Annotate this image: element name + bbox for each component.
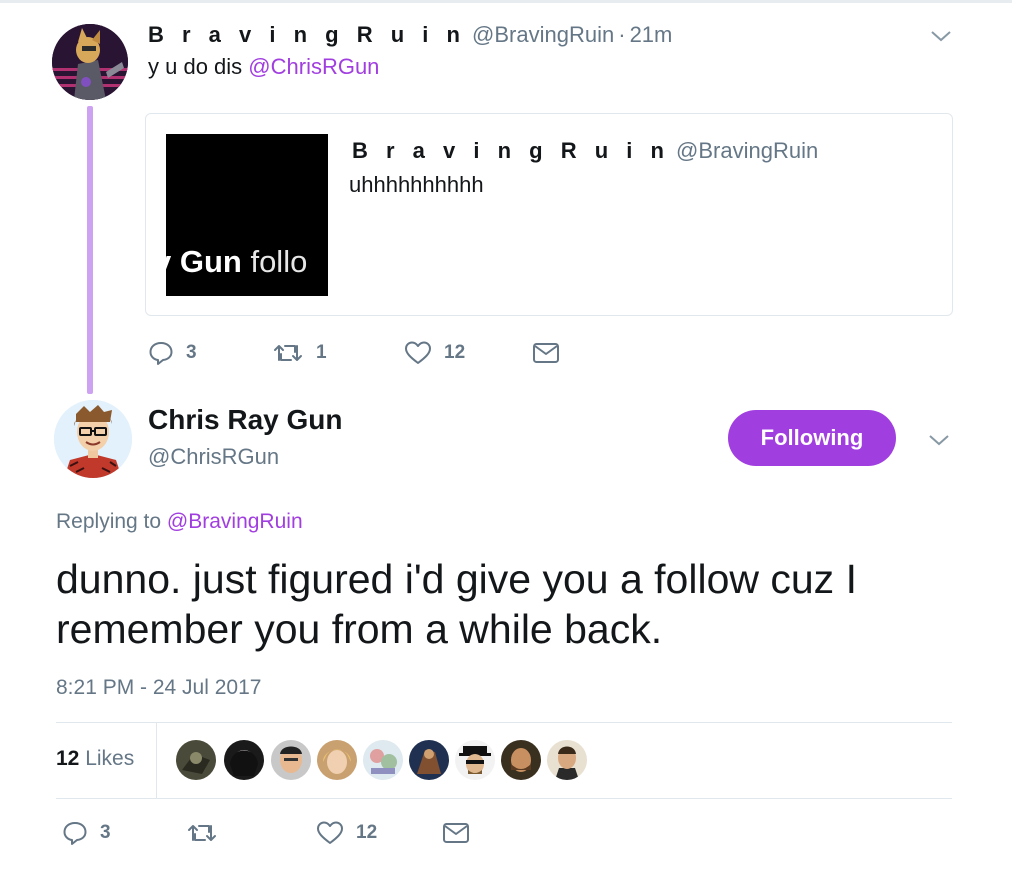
- top-divider: [0, 0, 1012, 3]
- main-tweet-actions: 3 12: [56, 818, 656, 848]
- header-separator: ·: [618, 22, 626, 47]
- author-handle[interactable]: @ChrisRGun: [148, 444, 279, 470]
- likes-stat-count: 12: [56, 747, 80, 770]
- stats-bottom-divider: [56, 798, 952, 799]
- heart-icon: [404, 340, 432, 366]
- quoted-media-caption: y Gun follo: [166, 244, 307, 280]
- direct-message-button[interactable]: [532, 338, 560, 368]
- stats-vertical-divider: [156, 723, 157, 798]
- liker-avatar-2[interactable]: [224, 740, 264, 780]
- author-display-name[interactable]: Chris Ray Gun: [148, 404, 342, 436]
- thread-connector-line: [87, 106, 93, 394]
- parent-time-ago[interactable]: 21m: [630, 22, 673, 47]
- direct-message-button[interactable]: [442, 818, 470, 848]
- parent-display-name[interactable]: B r a v i n g R u i n: [148, 22, 466, 47]
- reply-button[interactable]: 3: [148, 338, 197, 368]
- quoted-tweet-card[interactable]: y Gun follo B r a v i n g R u i n @Bravi…: [145, 113, 953, 316]
- stats-top-divider: [56, 722, 952, 723]
- reply-count: 3: [186, 342, 197, 363]
- retweet-button[interactable]: 1: [272, 338, 327, 368]
- quoted-tweet-media[interactable]: y Gun follo: [166, 134, 328, 296]
- liker-avatar-7[interactable]: [455, 740, 495, 780]
- chevron-down-icon[interactable]: [930, 28, 952, 44]
- retweet-icon: [272, 340, 304, 366]
- parent-text-prefix: y u do dis: [148, 54, 249, 79]
- parent-mention-link[interactable]: @ChrisRGun: [248, 54, 379, 79]
- reply-button[interactable]: 3: [62, 818, 111, 848]
- replying-to-prefix: Replying to: [56, 510, 167, 533]
- chrisrgun-avatar[interactable]: [54, 400, 132, 478]
- chevron-down-icon[interactable]: [928, 432, 950, 448]
- liker-avatar-8[interactable]: [501, 740, 541, 780]
- quoted-handle: @BravingRuin: [676, 138, 819, 163]
- main-tweet-text: dunno. just figured i'd give you a follo…: [56, 556, 857, 652]
- quoted-media-caption-bold: y Gun: [166, 244, 242, 279]
- parent-tweet-actions: 3 1 12: [148, 338, 748, 368]
- like-count: 12: [356, 822, 378, 843]
- quoted-display-name: B r a v i n g R u i n: [352, 138, 670, 163]
- reply-icon: [148, 340, 174, 366]
- liker-avatar-6[interactable]: [409, 740, 449, 780]
- replying-to-line: Replying to @BravingRuin: [56, 510, 303, 534]
- bravingruin-avatar[interactable]: [52, 24, 128, 100]
- like-count: 12: [444, 342, 466, 363]
- quoted-tweet-header: B r a v i n g R u i n @BravingRuin: [352, 138, 818, 164]
- tweet-timestamp[interactable]: 8:21 PM - 24 Jul 2017: [56, 676, 261, 700]
- parent-tweet-text: y u do dis @ChrisRGun: [148, 54, 379, 80]
- liker-avatar-9[interactable]: [547, 740, 587, 780]
- parent-handle[interactable]: @BravingRuin: [472, 22, 614, 47]
- liker-avatar-5[interactable]: [363, 740, 403, 780]
- replying-to-link[interactable]: @BravingRuin: [167, 510, 303, 533]
- liker-avatar-3[interactable]: [271, 740, 311, 780]
- retweet-icon: [186, 820, 218, 846]
- reply-icon: [62, 820, 88, 846]
- like-button[interactable]: 12: [404, 338, 465, 368]
- quoted-tweet-text: uhhhhhhhhhh: [349, 172, 484, 197]
- liker-avatar-4[interactable]: [317, 740, 357, 780]
- quoted-media-caption-rest: follo: [241, 244, 308, 279]
- retweet-count: 1: [316, 342, 327, 363]
- like-button[interactable]: 12: [316, 818, 377, 848]
- direct-message-icon: [532, 341, 560, 365]
- reply-count: 3: [100, 822, 111, 843]
- heart-icon: [316, 820, 344, 846]
- parent-tweet-header: B r a v i n g R u i n @BravingRuin · 21m: [148, 22, 672, 48]
- liker-avatar-1[interactable]: [176, 740, 216, 780]
- following-button[interactable]: Following: [728, 410, 896, 466]
- direct-message-icon: [442, 821, 470, 845]
- likes-stat[interactable]: 12 Likes: [56, 747, 134, 771]
- retweet-button[interactable]: [186, 818, 218, 848]
- likes-stat-label: Likes: [79, 747, 135, 770]
